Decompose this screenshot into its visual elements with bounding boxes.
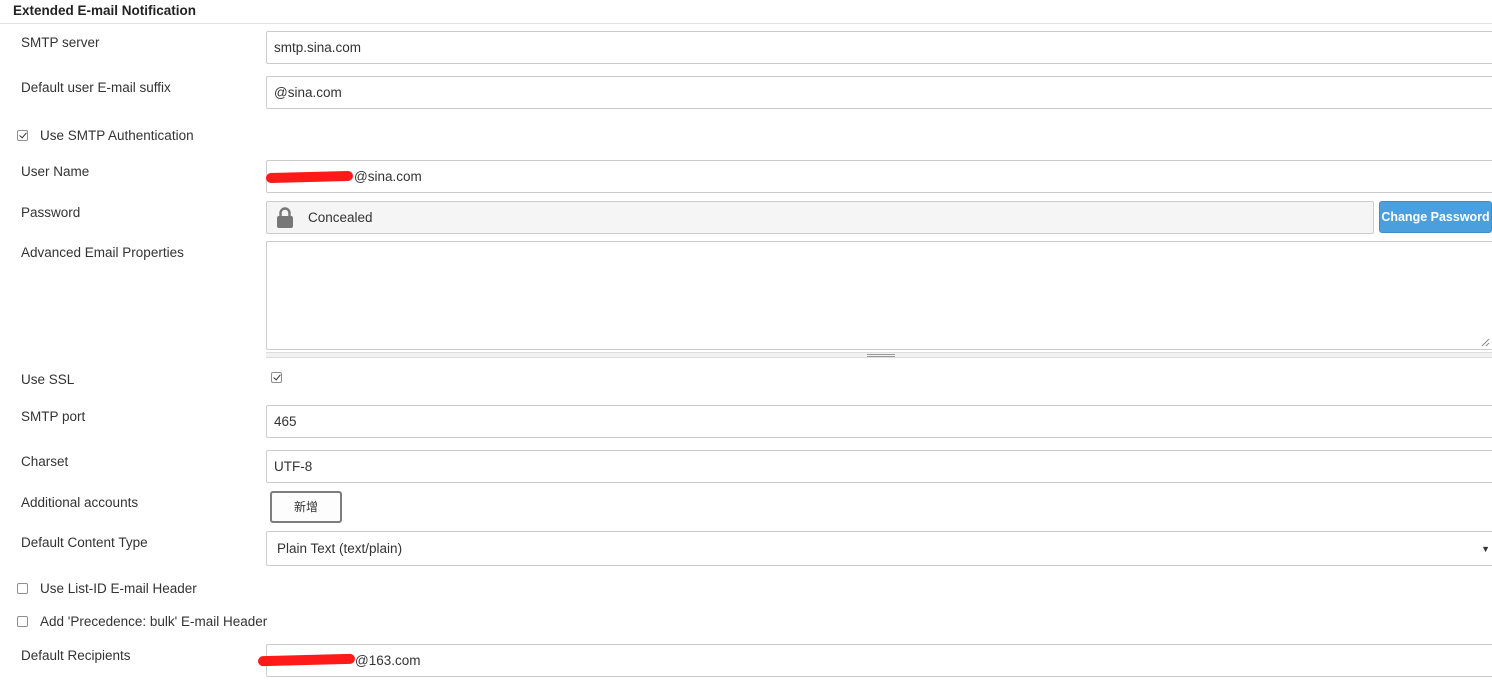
smtp-port-input[interactable]: 465 — [266, 405, 1492, 438]
textarea-resize-bar[interactable] — [266, 352, 1492, 358]
add-account-button[interactable]: 新增 — [270, 491, 342, 523]
default-recipients-label: Default Recipients — [21, 648, 131, 663]
precedence-header-label: Add 'Precedence: bulk' E-mail Header — [40, 613, 268, 629]
use-ssl-label: Use SSL — [21, 372, 75, 387]
password-value: Concealed — [308, 210, 373, 225]
content-type-select[interactable]: Plain Text (text/plain) ▼ — [266, 531, 1492, 566]
change-password-button[interactable]: Change Password — [1379, 201, 1492, 233]
charset-label: Charset — [21, 454, 69, 469]
user-name-input[interactable] — [266, 160, 1492, 193]
charset-input[interactable]: UTF-8 — [266, 450, 1492, 483]
use-smtp-auth-row: Use SMTP Authentication — [17, 126, 194, 144]
section-title: Extended E-mail Notification — [13, 3, 197, 18]
content-type-value: Plain Text (text/plain) — [277, 541, 403, 556]
chevron-down-icon: ▼ — [1481, 544, 1490, 554]
list-id-header-label: Use List-ID E-mail Header — [40, 580, 197, 596]
use-ssl-checkbox[interactable] — [271, 372, 282, 383]
lock-icon — [277, 207, 293, 228]
precedence-header-row: Add 'Precedence: bulk' E-mail Header — [17, 612, 267, 630]
section-header: Extended E-mail Notification — [0, 0, 1492, 24]
list-id-header-row: Use List-ID E-mail Header — [17, 579, 197, 597]
smtp-port-label: SMTP port — [21, 409, 86, 424]
user-name-label: User Name — [21, 164, 90, 179]
advanced-props-textarea[interactable] — [266, 241, 1492, 350]
content-type-label: Default Content Type — [21, 535, 148, 550]
password-label: Password — [21, 205, 81, 220]
user-name-suffix: @sina.com — [354, 169, 422, 184]
use-smtp-auth-label: Use SMTP Authentication — [40, 127, 194, 143]
default-recipients-input[interactable] — [266, 644, 1492, 677]
smtp-server-label: SMTP server — [21, 35, 100, 50]
use-smtp-auth-checkbox[interactable] — [17, 129, 28, 141]
default-suffix-input[interactable]: @sina.com — [266, 76, 1492, 109]
advanced-props-label: Advanced Email Properties — [21, 245, 184, 260]
grip-icon — [867, 354, 895, 357]
additional-accounts-label: Additional accounts — [21, 495, 139, 510]
list-id-header-checkbox[interactable] — [17, 582, 28, 594]
resize-handle-icon[interactable] — [1480, 337, 1490, 347]
default-suffix-label: Default user E-mail suffix — [21, 80, 171, 95]
default-recipients-suffix: @163.com — [355, 653, 421, 668]
precedence-header-checkbox[interactable] — [17, 615, 28, 627]
password-concealed-field: Concealed — [266, 201, 1374, 234]
smtp-server-input[interactable]: smtp.sina.com — [266, 31, 1492, 64]
